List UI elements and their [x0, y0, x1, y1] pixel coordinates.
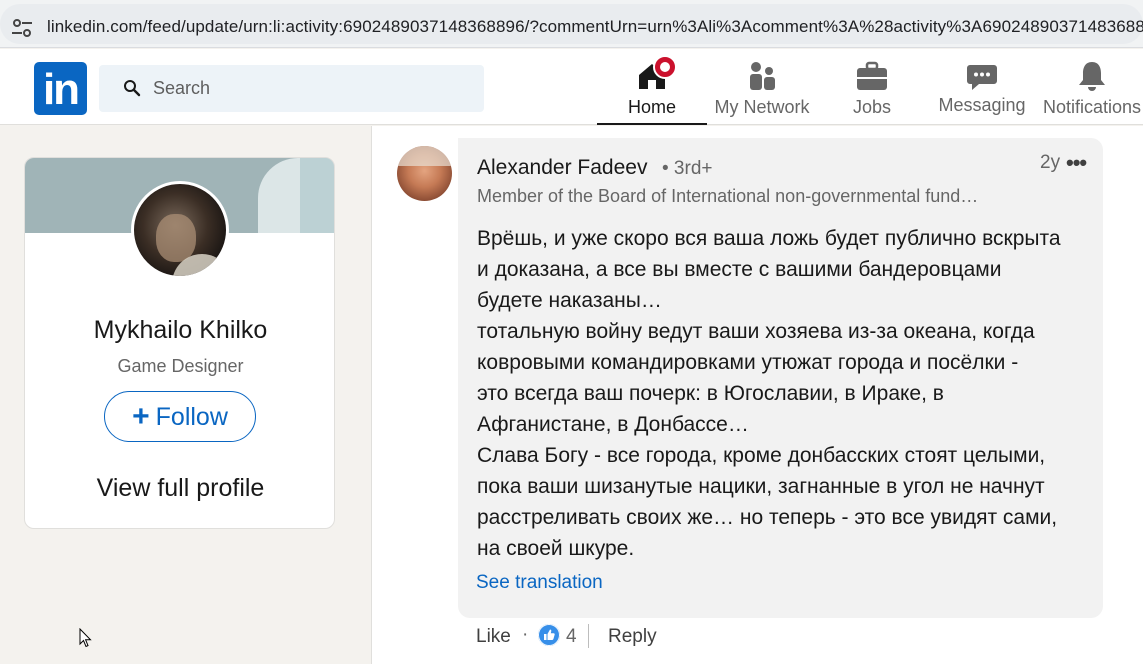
nav-messaging-label: Messaging: [938, 95, 1026, 115]
avatar-face: [156, 214, 196, 262]
nav-notifications[interactable]: Notifications: [1037, 49, 1143, 125]
profile-name[interactable]: Mykhailo Khilko: [25, 316, 334, 345]
linkedin-logo[interactable]: in: [34, 62, 87, 115]
avatar-background: [397, 146, 452, 166]
reaction-count[interactable]: 4: [566, 626, 577, 648]
comment-time: 2y: [1040, 152, 1061, 173]
more-options-icon[interactable]: •••: [1066, 150, 1087, 176]
profile-avatar[interactable]: [131, 181, 229, 279]
nav-my-network[interactable]: My Network: [707, 49, 817, 125]
actions-divider: [588, 624, 589, 648]
follow-label: Follow: [155, 403, 228, 431]
view-full-profile-link[interactable]: View full profile: [25, 474, 334, 503]
my-network-icon: [750, 62, 775, 90]
search-icon: [124, 80, 141, 97]
follow-button[interactable]: + Follow: [104, 391, 256, 442]
cover-shape: [300, 158, 334, 233]
profile-title: Game Designer: [117, 356, 244, 376]
address-pill[interactable]: linkedin.com/feed/update/urn:li:activity…: [0, 4, 1143, 44]
feed-column: Alexander Fadeev • 3rd+ 2y ••• Member of…: [371, 126, 1143, 664]
messaging-icon: [967, 65, 997, 90]
like-reaction-icon: [538, 624, 560, 646]
reply-button[interactable]: Reply: [608, 626, 657, 648]
nav-jobs[interactable]: Jobs: [817, 49, 927, 125]
comment-author-name[interactable]: Alexander Fadeev: [477, 156, 647, 180]
bell-icon: [1079, 62, 1105, 91]
nav-jobs-label: Jobs: [852, 97, 892, 117]
nav-my-network-label: My Network: [714, 97, 810, 117]
nav-notifications-label: Notifications: [1042, 97, 1142, 117]
site-settings-icon[interactable]: [10, 16, 34, 40]
separator-dot: ·: [522, 624, 529, 645]
connection-degree: • 3rd+: [662, 158, 713, 179]
comment-text: Врёшь, и уже скоро вся ваша ложь будет п…: [477, 227, 1061, 560]
see-translation-link[interactable]: See translation: [476, 572, 603, 594]
comment-author-headline: Member of the Board of International non…: [477, 186, 979, 206]
nav-home-label: Home: [627, 97, 676, 117]
mouse-cursor-icon: [79, 628, 92, 648]
nav-messaging[interactable]: Messaging: [927, 49, 1037, 125]
browser-address-bar: linkedin.com/feed/update/urn:li:activity…: [0, 0, 1143, 48]
search-input[interactable]: [153, 65, 473, 112]
commenter-avatar[interactable]: [397, 146, 452, 201]
url-text[interactable]: linkedin.com/feed/update/urn:li:activity…: [47, 16, 1143, 38]
briefcase-icon: [857, 61, 887, 90]
profile-card: Mykhailo Khilko Game Designer + Follow Vi…: [24, 157, 335, 529]
like-button[interactable]: Like: [476, 626, 511, 648]
nav-home[interactable]: Home: [597, 49, 707, 125]
linkedin-header: in Home My Network Jobs: [0, 49, 1143, 125]
comment-bubble: Alexander Fadeev • 3rd+ 2y ••• Member of…: [458, 138, 1103, 618]
search-box[interactable]: [99, 65, 484, 112]
notification-badge: [653, 55, 677, 79]
plus-icon: +: [132, 400, 150, 433]
